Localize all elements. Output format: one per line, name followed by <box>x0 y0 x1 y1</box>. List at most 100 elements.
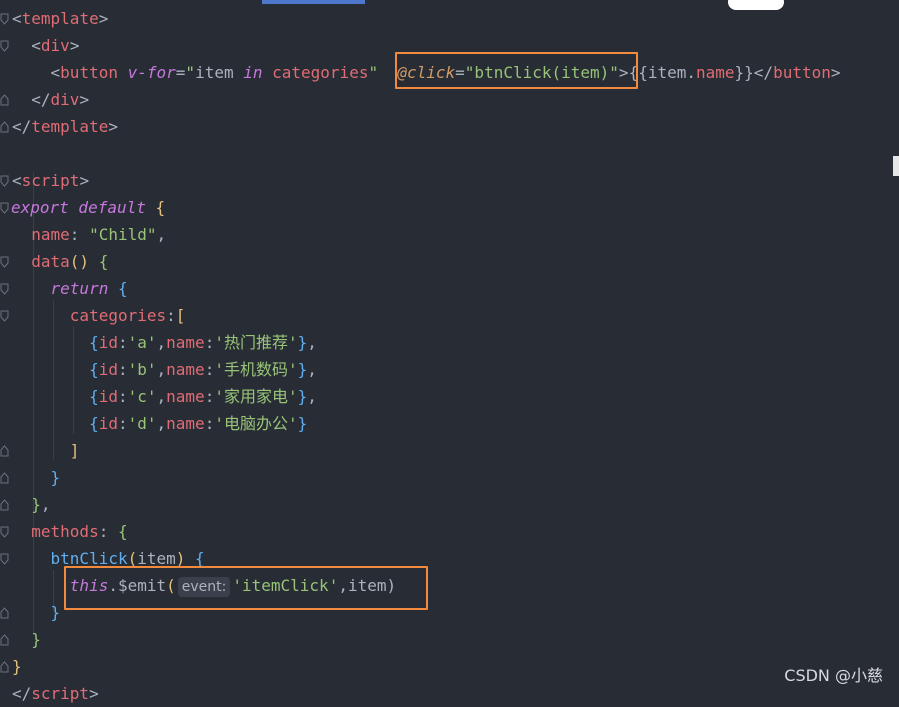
token: , <box>40 495 51 514</box>
token: = <box>175 63 186 82</box>
v-for-directive: v-for <box>127 63 176 82</box>
code-line-18[interactable]: } <box>12 464 61 491</box>
token: } <box>50 603 61 622</box>
fold-icon[interactable] <box>0 283 9 295</box>
token: name <box>31 225 70 244</box>
fold-icon[interactable] <box>0 175 9 187</box>
code-line-20[interactable]: methods: { <box>12 518 127 545</box>
token: '家用家电' <box>214 387 298 406</box>
script-tag: script <box>21 171 80 190</box>
token: { <box>89 360 99 379</box>
token: : <box>117 333 128 352</box>
active-tab-indicator <box>262 0 365 4</box>
token: </ <box>31 90 51 109</box>
button-tag: button <box>60 63 118 82</box>
code-line-13[interactable]: {id:'a',name:'热门推荐'}, <box>12 329 317 356</box>
token: < <box>12 9 22 28</box>
token: methods <box>31 522 99 541</box>
token: > <box>69 36 80 55</box>
code-line-19[interactable]: }, <box>12 491 51 518</box>
token: { <box>108 279 128 298</box>
template-tag: template <box>21 9 99 28</box>
token: } <box>50 468 61 487</box>
fold-icon[interactable] <box>0 256 9 268</box>
token: {{item. <box>628 63 696 82</box>
token: : <box>166 306 176 325</box>
fold-icon[interactable] <box>0 634 9 646</box>
code-line-14[interactable]: {id:'b',name:'手机数码'}, <box>12 356 317 383</box>
token: id <box>98 414 118 433</box>
code-line-12[interactable]: categories:[ <box>12 302 186 329</box>
fold-icon[interactable] <box>0 607 9 619</box>
code-line-5[interactable]: </template> <box>12 113 118 140</box>
code-line-24[interactable]: } <box>12 626 41 653</box>
code-line-16[interactable]: {id:'d',name:'电脑办公'} <box>12 410 307 437</box>
code-line-11[interactable]: return { <box>12 275 128 302</box>
fold-icon[interactable] <box>0 499 9 511</box>
token: > <box>79 171 90 190</box>
token: 'b' <box>127 360 157 379</box>
token: > <box>830 63 841 82</box>
token: } <box>297 387 308 406</box>
fold-icon[interactable] <box>0 202 9 214</box>
token: name <box>696 63 735 82</box>
fold-icon[interactable] <box>0 40 9 52</box>
token: : <box>117 360 128 379</box>
token: categories <box>272 63 369 82</box>
code-line-17[interactable]: ] <box>12 437 80 464</box>
token: , <box>156 360 167 379</box>
fold-icon[interactable] <box>0 310 9 322</box>
scrollbar-marker[interactable] <box>893 156 899 176</box>
code-line-2[interactable]: <div> <box>12 32 79 59</box>
token: { <box>145 198 166 217</box>
token: > <box>79 90 90 109</box>
token: < <box>12 171 22 190</box>
token: '电脑办公' <box>214 414 298 433</box>
token: data <box>31 252 70 271</box>
token: template <box>31 117 109 136</box>
code-editor[interactable]: <template> <div> <button v-for="item in … <box>0 0 899 703</box>
code-line-7[interactable]: <script> <box>12 167 89 194</box>
token: { <box>89 252 109 271</box>
token: '热门推荐' <box>214 333 298 352</box>
token: id <box>98 333 118 352</box>
token: " <box>368 63 379 82</box>
cloud-decoration <box>728 0 784 10</box>
token: " <box>185 63 196 82</box>
token: { <box>89 333 99 352</box>
fold-icon[interactable] <box>0 526 9 538</box>
fold-icon[interactable] <box>0 94 9 106</box>
fold-icon[interactable] <box>0 553 9 565</box>
token: } <box>297 360 308 379</box>
code-line-23[interactable]: } <box>12 599 61 626</box>
token: categories <box>69 306 167 325</box>
token: { <box>89 387 99 406</box>
fold-icon[interactable] <box>0 445 9 457</box>
token: > <box>98 9 109 28</box>
token: 'c' <box>127 387 157 406</box>
fold-icon[interactable] <box>0 13 9 25</box>
token: 'a' <box>127 333 157 352</box>
code-line-10[interactable]: data() { <box>12 248 108 275</box>
token: > <box>108 117 118 136</box>
code-line-8[interactable]: export default { <box>11 194 165 221</box>
code-line-9[interactable]: name: "Child", <box>12 221 166 248</box>
token: < <box>50 63 61 82</box>
token: , <box>307 333 317 352</box>
fold-icon[interactable] <box>0 121 9 133</box>
code-line-1[interactable]: <template> <box>12 5 108 32</box>
return-keyword: return <box>50 279 109 298</box>
code-line-4[interactable]: </div> <box>12 86 89 113</box>
div-tag: div <box>40 36 70 55</box>
token: name <box>166 360 205 379</box>
fold-icon[interactable] <box>0 661 9 673</box>
code-line-15[interactable]: {id:'c',name:'家用家电'}, <box>12 383 317 410</box>
fold-icon[interactable] <box>0 472 9 484</box>
token: : <box>204 387 215 406</box>
token: , <box>307 387 317 406</box>
token: name <box>166 333 205 352</box>
token: name <box>166 387 205 406</box>
token: } <box>12 657 22 676</box>
token: < <box>31 36 41 55</box>
code-line-25[interactable]: } <box>12 653 22 680</box>
